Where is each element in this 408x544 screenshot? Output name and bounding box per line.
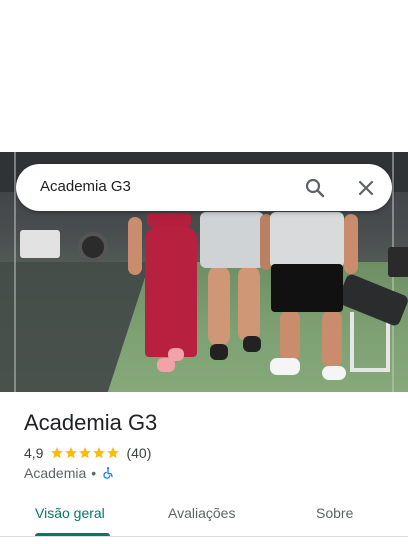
search-icon[interactable]: [303, 176, 327, 200]
photo-person: [322, 310, 342, 368]
photo-person: [210, 344, 228, 360]
star-icon: [65, 447, 78, 459]
wheelchair-icon: [101, 466, 115, 480]
rating-value: 4,9: [24, 445, 44, 461]
place-title: Academia G3: [24, 410, 158, 435]
star-icon: [79, 447, 92, 459]
photo-person: [271, 264, 343, 312]
photo-person: [238, 266, 260, 342]
rating-row[interactable]: 4,9 (40): [24, 444, 151, 462]
photo-person: [243, 336, 261, 352]
close-icon[interactable]: [354, 176, 378, 200]
star-icon: [93, 447, 106, 459]
photo-person: [145, 227, 197, 357]
photo-person: [200, 212, 264, 268]
review-count[interactable]: (40): [126, 445, 151, 461]
photo-person: [270, 358, 300, 375]
photo-equipment: [20, 230, 60, 258]
meta-separator: •: [91, 465, 97, 481]
photo-person: [322, 366, 346, 380]
place-tabs: Visão geral Avaliações Sobre: [0, 495, 408, 537]
star-icon: [107, 447, 120, 459]
photo-person: [128, 217, 142, 275]
place-meta: Academia •: [24, 465, 115, 481]
star-icon: [51, 447, 64, 459]
tab-about[interactable]: Sobre: [316, 505, 353, 521]
tab-reviews[interactable]: Avaliações: [168, 505, 235, 521]
place-category: Academia: [24, 465, 87, 481]
tabs-divider: [0, 536, 408, 537]
photo-person: [147, 213, 191, 227]
photo-equipment: [388, 247, 408, 277]
star-rating: [50, 446, 120, 460]
photo-person: [270, 212, 344, 268]
photo-person: [280, 310, 300, 362]
search-bar[interactable]: Academia G3: [16, 164, 392, 211]
photo-weight-plate: [78, 232, 108, 262]
photo-person: [168, 348, 184, 361]
tab-overview[interactable]: Visão geral: [35, 505, 105, 521]
photo-person: [344, 214, 358, 274]
search-input[interactable]: Academia G3: [40, 178, 131, 195]
photo-person: [208, 266, 230, 346]
